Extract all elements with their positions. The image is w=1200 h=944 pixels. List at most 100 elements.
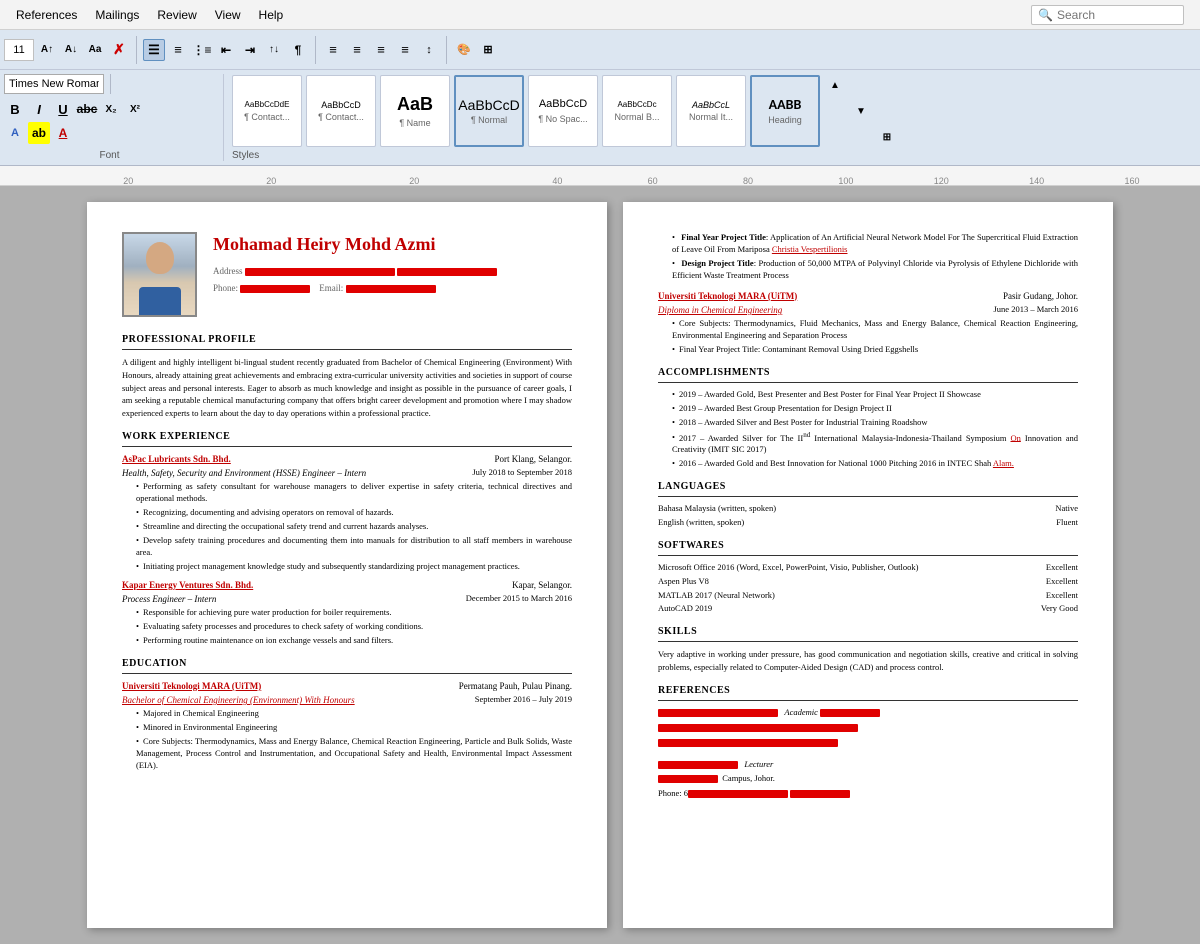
styles-scroll-up[interactable]: ▲ [824, 74, 846, 96]
ribbon-tools-row: A↑ A↓ Aa ✗ ☰ ≡ ⋮≡ ⇤ ⇥ ↑↓ ¶ ≡ ≡ ≡ ≡ ↕ 🎨 ⊞ [0, 30, 1200, 70]
font-name-input[interactable] [4, 74, 104, 94]
style-contact1-preview: AaBbCcDdE [245, 100, 290, 110]
italic-btn[interactable]: I [28, 98, 50, 120]
style-name[interactable]: AaB ¶ Name [380, 75, 450, 147]
search-icon: 🔍 [1038, 8, 1053, 22]
font-style-row: B I U abc X₂ X² [4, 98, 215, 120]
edu2-bullet2: Final Year Project Title: Contaminant Re… [672, 344, 1078, 356]
multilevel-list-btn[interactable]: ⋮≡ [191, 39, 213, 61]
edu1-location: Permatang Pauh, Pulau Pinang. [459, 680, 572, 693]
styles-expand[interactable]: ⊞ [876, 126, 898, 148]
ref1-title-redacted [820, 709, 880, 717]
style-contact1[interactable]: AaBbCcDdE ¶ Contact... [232, 75, 302, 147]
align-center-btn[interactable]: ≡ [346, 39, 368, 61]
style-nospace-label: ¶ No Spac... [538, 114, 587, 124]
address-redacted [245, 268, 395, 276]
bold-btn[interactable]: B [4, 98, 26, 120]
ref2-phone-line: Phone: 6 [658, 788, 1078, 800]
font-grow-btn[interactable]: A↑ [36, 39, 58, 61]
job2-bullet2: Evaluating safety processes and procedur… [136, 621, 572, 633]
strikethrough-btn[interactable]: abc [76, 98, 98, 120]
align-right-btn[interactable]: ≡ [370, 39, 392, 61]
increase-indent-btn[interactable]: ⇥ [239, 39, 261, 61]
search-box[interactable]: 🔍 [1031, 5, 1184, 25]
accomp3: 2018 – Awarded Silver and Best Poster fo… [672, 417, 1078, 429]
style-heading-label: Heading [768, 115, 802, 125]
style-contact2[interactable]: AaBbCcD ¶ Contact... [306, 75, 376, 147]
edu1-dates: September 2016 – July 2019 [475, 694, 572, 706]
edu2-org: Universiti Teknologi MARA (UiTM) [658, 291, 797, 301]
search-input[interactable] [1057, 8, 1177, 22]
underline-btn[interactable]: U [52, 98, 74, 120]
style-normal-preview: AaBbCcD [458, 97, 519, 114]
address-redacted2 [397, 268, 497, 276]
job1-company: AsPac Lubricants Sdn. Bhd. [122, 454, 231, 464]
sw2-name: Aspen Plus V8 [658, 576, 709, 588]
job2-role: Process Engineer – Intern [122, 594, 216, 604]
decrease-indent-btn[interactable]: ⇤ [215, 39, 237, 61]
change-case-btn[interactable]: Aa [84, 39, 106, 61]
menu-references[interactable]: References [8, 4, 85, 26]
species-name: Christia Vespertilionis [772, 244, 848, 254]
style-normalit[interactable]: AaBbCcL Normal It... [676, 75, 746, 147]
numbered-list-btn[interactable]: ≡ [167, 39, 189, 61]
document-area: Mohamad Heiry Mohd Azmi Address Phone: E… [0, 186, 1200, 944]
phone-label: Phone [213, 283, 236, 293]
sw3-name: MATLAB 2017 (Neural Network) [658, 590, 775, 602]
sw4-name: AutoCAD 2019 [658, 603, 712, 615]
phone-redacted [240, 285, 310, 293]
superscript-btn[interactable]: X² [124, 98, 146, 120]
font-shrink-btn[interactable]: A↓ [60, 39, 82, 61]
ref1-name-line: Academic [658, 707, 1078, 719]
ribbon: A↑ A↓ Aa ✗ ☰ ≡ ⋮≡ ⇤ ⇥ ↑↓ ¶ ≡ ≡ ≡ ≡ ↕ 🎨 ⊞ [0, 30, 1200, 166]
bullet-list-btn[interactable]: ☰ [143, 39, 165, 61]
font-color-btn[interactable]: A [52, 122, 74, 144]
styles-gallery: AaBbCcDdE ¶ Contact... AaBbCcD ¶ Contact… [232, 74, 1196, 148]
style-heading[interactable]: AABB Heading [750, 75, 820, 147]
style-nospace[interactable]: AaBbCcD ¶ No Spac... [528, 75, 598, 147]
accomp2: 2019 – Awarded Best Group Presentation f… [672, 403, 1078, 415]
menu-help[interactable]: Help [251, 4, 292, 26]
align-justify-btn[interactable]: ≡ [394, 39, 416, 61]
clear-format-btn[interactable]: ✗ [108, 39, 130, 61]
cv-phone-line: Phone: Email: [213, 282, 572, 295]
font-size-input[interactable] [4, 39, 34, 61]
sw-row2: Aspen Plus V8 Excellent [658, 576, 1078, 588]
align-left-btn[interactable]: ≡ [322, 39, 344, 61]
shading-btn[interactable]: 🎨 [453, 39, 475, 61]
edu-title: EDUCATION [122, 657, 572, 674]
accomp-title: ACCOMPLISHMENTS [658, 366, 1078, 383]
job2-dates: December 2015 to March 2016 [466, 593, 572, 605]
sep2 [315, 36, 316, 64]
style-normalb[interactable]: AaBbCcDc Normal B... [602, 75, 672, 147]
style-normal[interactable]: AaBbCcD ¶ Normal [454, 75, 524, 147]
fyt-label: Final Year Project Title [681, 232, 766, 242]
sw-row1: Microsoft Office 2016 (Word, Excel, Powe… [658, 562, 1078, 574]
font-label: Font [4, 148, 215, 161]
style-contact2-label: ¶ Contact... [318, 112, 364, 122]
style-contact2-preview: AaBbCcD [321, 100, 361, 111]
sep3 [446, 36, 447, 64]
edu2-degree: Diploma in Chemical Engineering [658, 305, 782, 315]
job1-role-row: July 2018 to September 2018 Health, Safe… [122, 467, 572, 481]
menu-view[interactable]: View [207, 4, 249, 26]
accomp4: 2017 – Awarded Silver for The IInd Inter… [672, 431, 1078, 457]
borders-btn[interactable]: ⊞ [477, 39, 499, 61]
line-spacing-btn[interactable]: ↕ [418, 39, 440, 61]
sep1 [136, 36, 137, 64]
sw-title: SOFTWARES [658, 539, 1078, 556]
edu1-degree: Bachelor of Chemical Engineering (Enviro… [122, 695, 355, 705]
styles-scroll-down[interactable]: ▼ [850, 100, 872, 122]
sort-btn[interactable]: ↑↓ [263, 39, 285, 61]
menu-mailings[interactable]: Mailings [87, 4, 147, 26]
edu1-org: Universiti Teknologi MARA (UiTM) [122, 681, 261, 691]
highlight-btn[interactable]: ab [28, 122, 50, 144]
text-effects-btn[interactable]: A [4, 122, 26, 144]
alam-link: Alam. [993, 458, 1014, 468]
styles-section: AaBbCcDdE ¶ Contact... AaBbCcD ¶ Contact… [232, 74, 1196, 161]
menu-review[interactable]: Review [149, 4, 204, 26]
subscript-btn[interactable]: X₂ [100, 98, 122, 120]
sw1-name: Microsoft Office 2016 (Word, Excel, Powe… [658, 562, 918, 574]
ref1-email-line [658, 737, 1078, 749]
show-formatting-btn[interactable]: ¶ [287, 39, 309, 61]
